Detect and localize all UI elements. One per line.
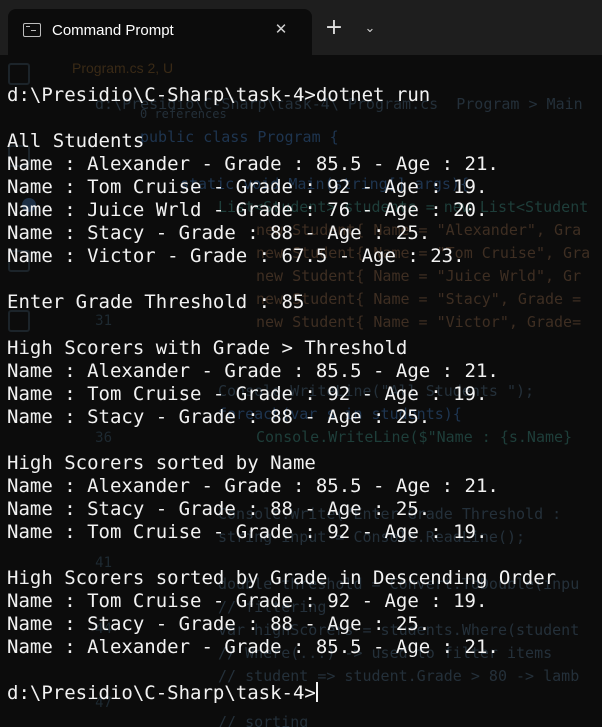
command-prompt-icon — [23, 23, 41, 37]
terminal-line: Name : Stacy - Grade : 88 - Age : 25. — [7, 613, 431, 635]
terminal-line: All Students — [7, 130, 145, 152]
terminal-prompt-line[interactable]: d:\Presidio\C-Sharp\task-4> — [7, 682, 556, 705]
terminal-line: Name : Alexander - Grade : 85.5 - Age : … — [7, 360, 499, 382]
prompt-text: d:\Presidio\C-Sharp\task-4> — [7, 682, 316, 704]
tab-command-prompt[interactable]: Command Prompt ✕ — [8, 9, 312, 55]
ghost-code-line: // sorting — [218, 713, 309, 727]
tab-strip: Command Prompt ✕ + ⌄ — [0, 0, 602, 55]
terminal-line: Name : Tom Cruise - Grade : 92 - Age : 1… — [7, 590, 488, 612]
terminal-line: Name : Tom Cruise - Grade : 92 - Age : 1… — [7, 383, 488, 405]
terminal-line: Name : Alexander - Grade : 85.5 - Age : … — [7, 475, 499, 497]
terminal-output[interactable]: d:\Presidio\C-Sharp\task-4>dotnet run All… — [7, 84, 556, 705]
terminal-line: Name : Alexander - Grade : 85.5 - Age : … — [7, 153, 499, 175]
terminal-line: Name : Tom Cruise - Grade : 92 - Age : 1… — [7, 521, 488, 543]
close-icon[interactable]: ✕ — [270, 18, 292, 40]
terminal-line: High Scorers sorted by Grade in Descendi… — [7, 567, 557, 589]
terminal-line: High Scorers with Grade > Threshold — [7, 337, 408, 359]
text-cursor — [315, 682, 318, 702]
new-tab-button[interactable]: + — [322, 16, 346, 40]
chevron-down-icon[interactable]: ⌄ — [358, 19, 382, 39]
terminal-line: d:\Presidio\C-Sharp\task-4>dotnet run — [7, 84, 431, 106]
terminal-line: Name : Tom Cruise - Grade : 92 - Age : 1… — [7, 176, 488, 198]
background-editor-tab: Program.cs 2, U — [72, 60, 174, 76]
terminal-line: Enter Grade Threshold : 85 — [7, 291, 305, 313]
terminal-line: Name : Stacy - Grade : 88 - Age : 25. — [7, 498, 431, 520]
terminal-line: Name : Victor - Grade : 67.5 - Age : 23. — [7, 245, 465, 267]
terminal-line: Name : Stacy - Grade : 88 - Age : 25. — [7, 222, 431, 244]
terminal-line: Name : Stacy - Grade : 88 - Age : 25. — [7, 406, 431, 428]
terminal-line: High Scorers sorted by Name — [7, 452, 316, 474]
terminal-window: Program.cs 2, U d:\Presidio\C-Sharp\task… — [0, 0, 602, 727]
terminal-line: Name : Alexander - Grade : 85.5 - Age : … — [7, 636, 499, 658]
explorer-ghost-icon — [8, 63, 30, 85]
tab-title: Command Prompt — [52, 22, 174, 39]
terminal-line: Name : Juice Wrld - Grade : 76 - Age : 2… — [7, 199, 488, 221]
